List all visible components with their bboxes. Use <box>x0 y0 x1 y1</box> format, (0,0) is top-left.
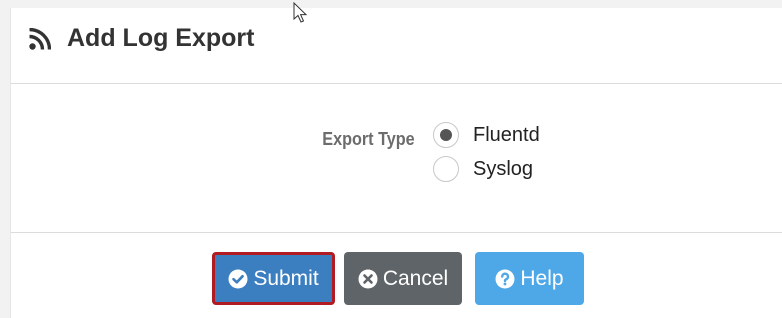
submit-label: Submit <box>253 266 319 290</box>
panel-header: Add Log Export <box>11 8 782 84</box>
check-circle-icon <box>228 269 248 288</box>
page-title: Add Log Export <box>67 24 255 52</box>
submit-button[interactable]: Submit <box>212 252 335 305</box>
help-button[interactable]: Help <box>475 252 584 305</box>
cancel-label: Cancel <box>382 266 449 290</box>
cancel-button[interactable]: Cancel <box>344 252 462 305</box>
times-circle-icon <box>358 269 378 288</box>
export-type-label: Export Type <box>322 129 415 149</box>
rss-icon <box>29 28 51 50</box>
radio-fluentd[interactable] <box>433 122 459 148</box>
radio-label-fluentd[interactable]: Fluentd <box>473 122 540 148</box>
radio-selected-dot <box>440 129 452 141</box>
radio-label-syslog[interactable]: Syslog <box>473 156 533 182</box>
radio-syslog[interactable] <box>433 156 459 182</box>
form-body: Export Type Fluentd Syslog <box>11 84 782 233</box>
radio-option-fluentd[interactable]: Fluentd <box>433 122 540 148</box>
help-label: Help <box>520 266 564 290</box>
mouse-pointer-icon <box>293 2 308 23</box>
radio-option-syslog[interactable]: Syslog <box>433 156 533 182</box>
question-circle-icon <box>495 269 515 288</box>
